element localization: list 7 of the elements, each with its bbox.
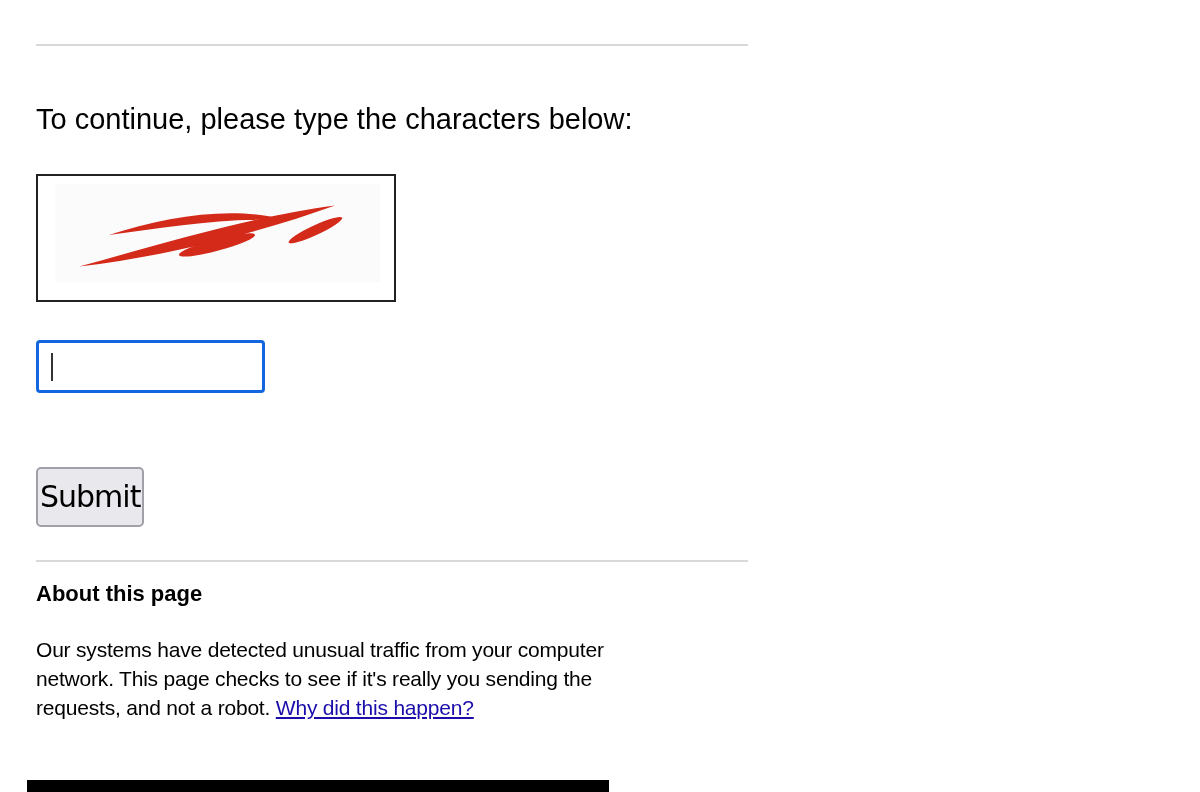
submit-button[interactable]: Submit xyxy=(36,467,145,527)
text-cursor xyxy=(51,352,53,381)
why-link[interactable]: Why did this happen? xyxy=(275,696,474,719)
section-heading: About this page xyxy=(36,580,204,608)
instruction-text: To continue, please type the characters below: xyxy=(36,102,634,136)
explanation-paragraph: Our systems have detected unusual traffic from your computer network. This page checks to see if it's really you sending the requests, and not a robot. Why did this happen? xyxy=(36,637,605,721)
answer-field[interactable] xyxy=(36,340,265,393)
